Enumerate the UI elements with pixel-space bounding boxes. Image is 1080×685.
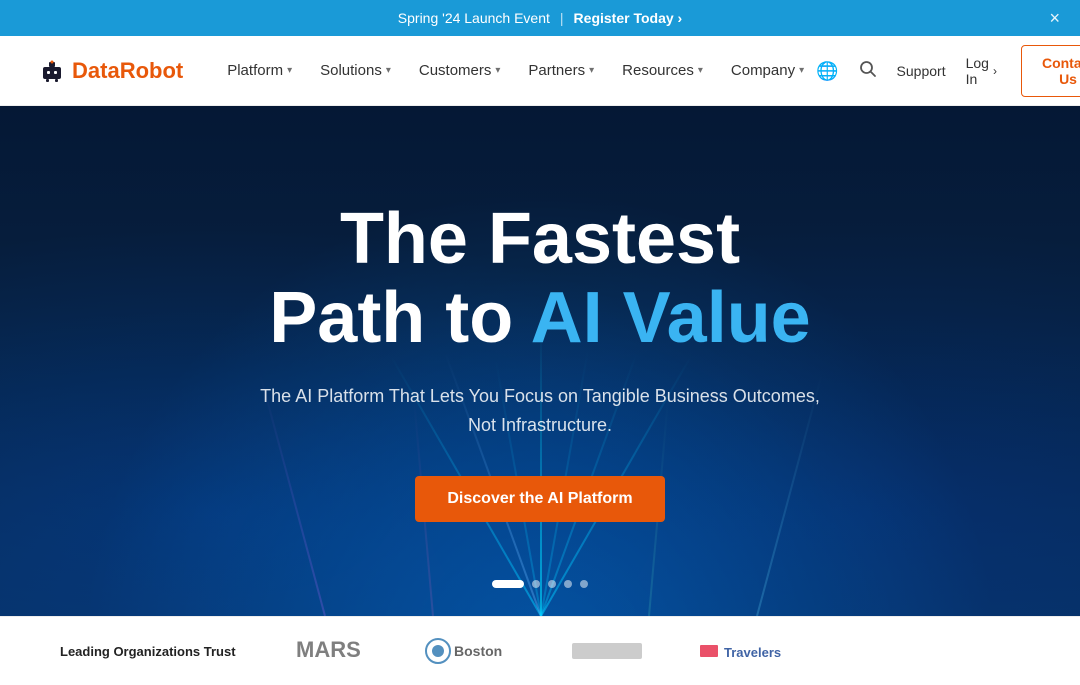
header-util: 🌐 Support Log In › <box>816 55 997 87</box>
logo-text: DataRobot <box>72 58 183 84</box>
banner-event-text: Spring '24 Launch Event <box>398 10 550 26</box>
logo-icon <box>40 59 64 83</box>
travelers-logo-svg: Travelers <box>700 637 820 665</box>
trust-label: Leading Organizations Trust <box>60 644 236 659</box>
header-right: 🌐 Support Log In › Contact Us Book a Dem… <box>816 38 1080 104</box>
resources-chevron-icon: ▾ <box>698 65 703 76</box>
nav-item-customers[interactable]: Customers ▾ <box>407 54 513 87</box>
carousel-dot-1[interactable] <box>492 580 524 588</box>
main-header: DataRobot Platform ▾ Solutions ▾ Custome… <box>0 36 1080 106</box>
hero-section: The Fastest Path to AI Value The AI Plat… <box>0 106 1080 616</box>
nav-item-resources[interactable]: Resources ▾ <box>610 54 715 87</box>
partner-logo-generic <box>572 637 652 665</box>
hero-content: The Fastest Path to AI Value The AI Plat… <box>220 200 860 522</box>
banner-separator: | <box>560 10 564 26</box>
platform-chevron-icon: ▾ <box>287 65 292 76</box>
contact-us-button[interactable]: Contact Us <box>1021 45 1080 97</box>
globe-icon[interactable]: 🌐 <box>816 62 838 80</box>
partner-logos: MARS Boston Travelers <box>296 637 1020 665</box>
search-icon[interactable] <box>859 60 877 81</box>
svg-text:MARS: MARS <box>296 637 361 662</box>
banner-cta-link[interactable]: Register Today <box>574 10 683 26</box>
login-arrow-icon: › <box>993 64 997 78</box>
carousel-dot-3[interactable] <box>548 580 556 588</box>
support-link[interactable]: Support <box>897 63 946 79</box>
logo[interactable]: DataRobot <box>40 58 183 84</box>
generic-logo-svg <box>572 637 652 665</box>
hero-cta-button[interactable]: Discover the AI Platform <box>415 476 664 522</box>
logo-robot: Robot <box>120 58 184 83</box>
mars-logo-svg: MARS <box>296 637 376 665</box>
main-nav: Platform ▾ Solutions ▾ Customers ▾ Partn… <box>215 54 816 87</box>
nav-item-partners[interactable]: Partners ▾ <box>516 54 606 87</box>
nav-item-company[interactable]: Company ▾ <box>719 54 816 87</box>
hero-subtitle: The AI Platform That Lets You Focus on T… <box>260 382 820 440</box>
top-banner: Spring '24 Launch Event | Register Today… <box>0 0 1080 36</box>
carousel-dot-5[interactable] <box>580 580 588 588</box>
carousel-dot-4[interactable] <box>564 580 572 588</box>
customers-chevron-icon: ▾ <box>495 65 500 76</box>
hero-title: The Fastest Path to AI Value <box>260 200 820 358</box>
carousel-dots <box>492 580 588 588</box>
partners-chevron-icon: ▾ <box>589 65 594 76</box>
nav-item-platform[interactable]: Platform ▾ <box>215 54 304 87</box>
carousel-dot-2[interactable] <box>532 580 540 588</box>
svg-text:Travelers: Travelers <box>724 645 781 660</box>
partner-logo-boston: Boston <box>424 637 524 665</box>
banner-close-button[interactable]: × <box>1049 9 1060 27</box>
solutions-chevron-icon: ▾ <box>386 65 391 76</box>
logo-data: Data <box>72 58 120 83</box>
nav-item-solutions[interactable]: Solutions ▾ <box>308 54 403 87</box>
boston-logo-svg: Boston <box>424 637 524 665</box>
svg-text:Boston: Boston <box>454 643 502 659</box>
partner-logo-travelers: Travelers <box>700 637 820 665</box>
company-chevron-icon: ▾ <box>799 65 804 76</box>
login-link[interactable]: Log In › <box>966 55 997 87</box>
header-left: DataRobot Platform ▾ Solutions ▾ Custome… <box>40 54 816 87</box>
partner-logo-mars: MARS <box>296 637 376 665</box>
